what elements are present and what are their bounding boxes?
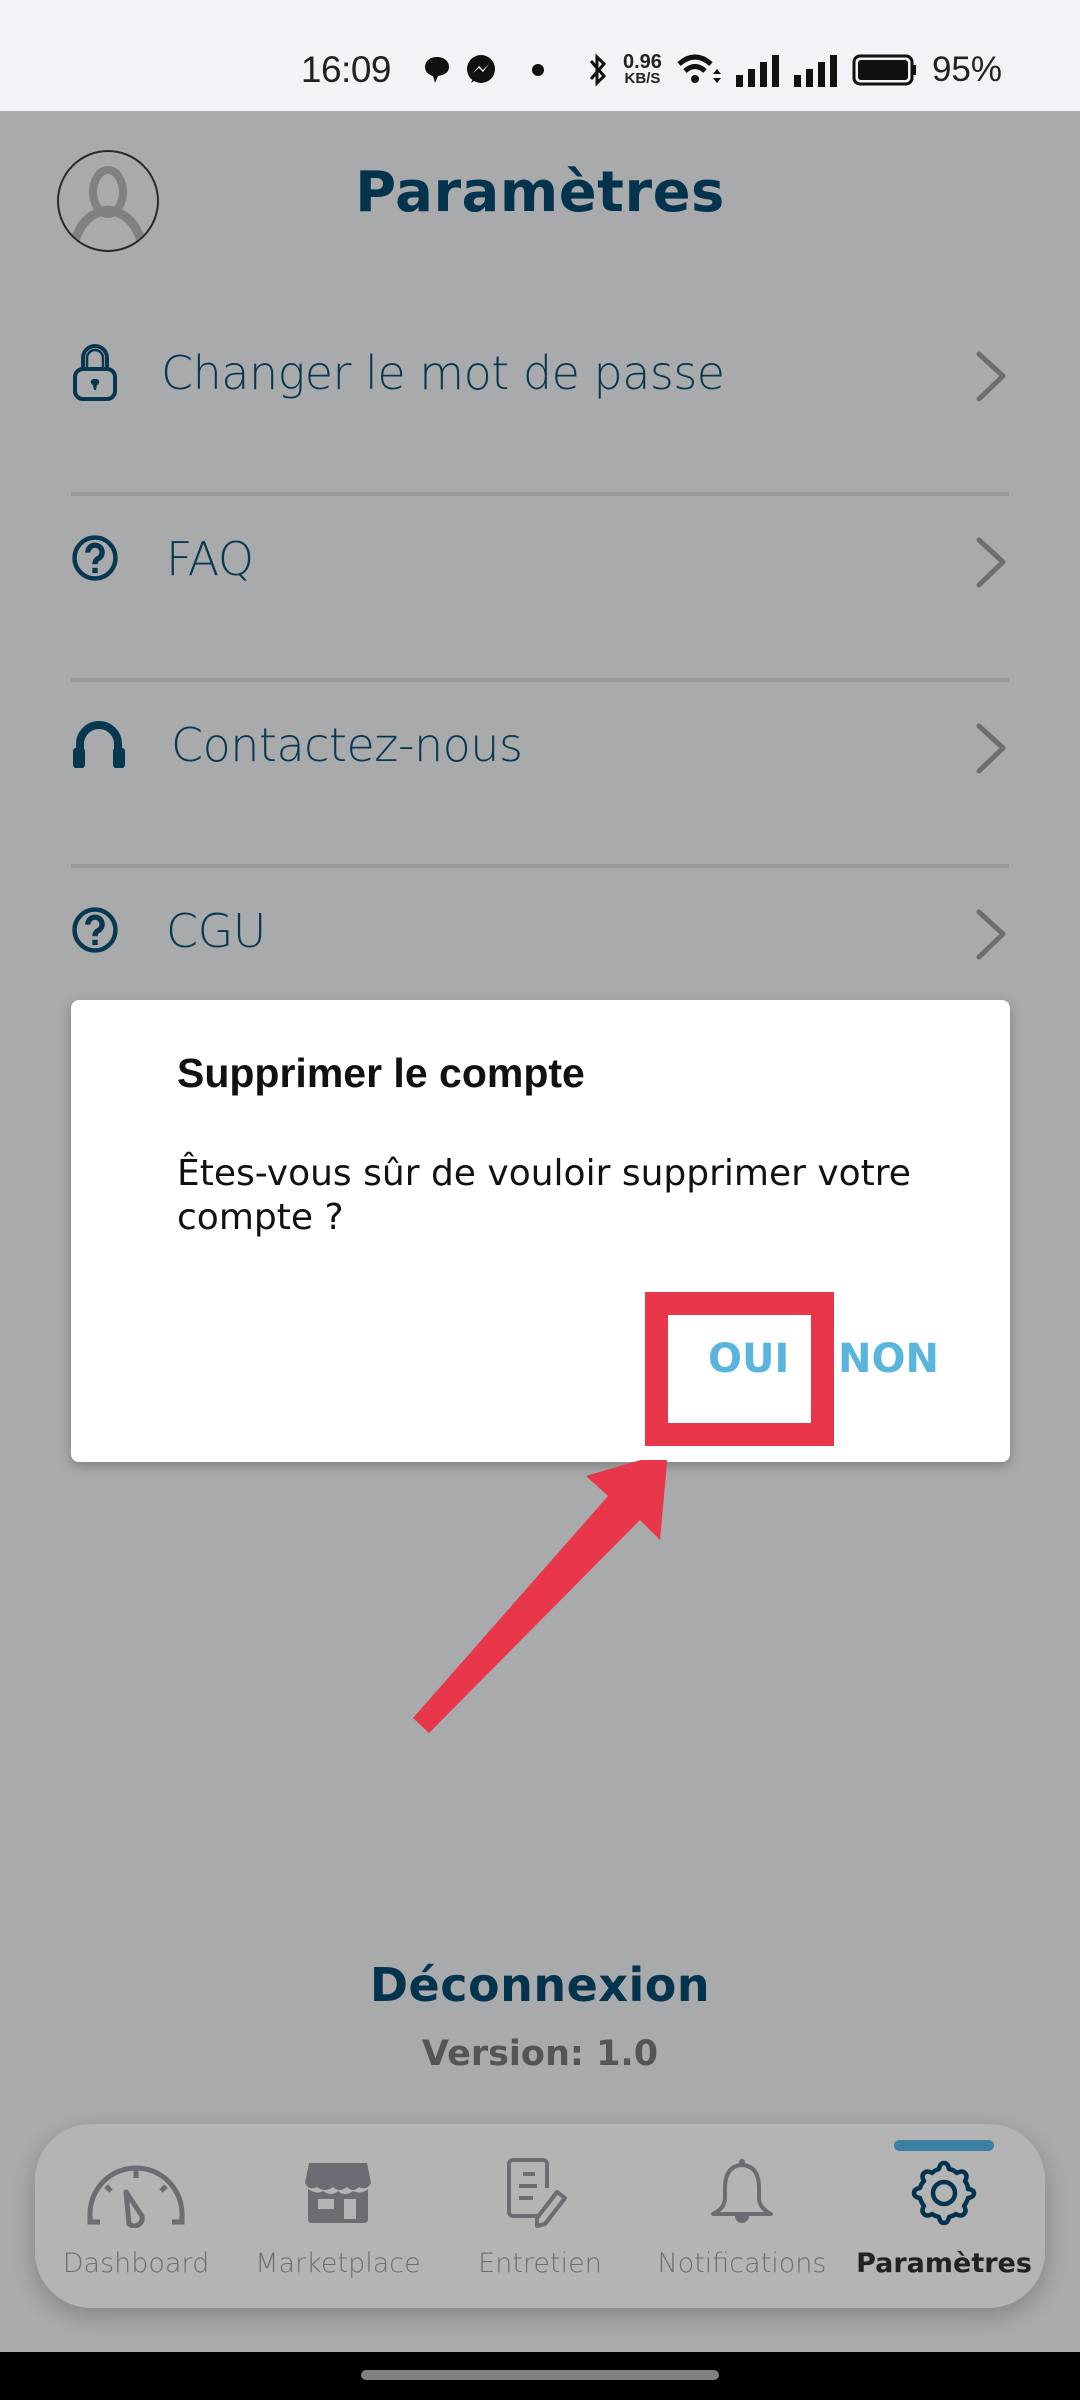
chevron-right-icon: [969, 346, 1009, 406]
battery-percent: 95%: [931, 50, 1002, 89]
wifi-icon: [676, 52, 722, 88]
nav-label: Notifications: [657, 2248, 827, 2279]
messenger-icon: [465, 54, 497, 86]
signal-icon: [735, 53, 780, 87]
store-icon: [288, 2156, 388, 2230]
home-gesture-handle[interactable]: [361, 2370, 719, 2380]
menu-item-contact[interactable]: Contactez-nous: [71, 682, 1009, 868]
chat-bubble-icon: [423, 55, 451, 85]
chevron-right-icon: [969, 904, 1009, 964]
gear-icon: [894, 2156, 994, 2230]
annotation-highlight-box: [645, 1292, 834, 1446]
gesture-bar: [0, 2352, 1080, 2400]
battery-icon: [852, 54, 918, 86]
nav-label: Entretien: [478, 2248, 602, 2279]
menu-item-label: FAQ: [166, 532, 254, 586]
bottom-nav: Dashboard Marketplace Entretien Notifica…: [35, 2124, 1045, 2308]
nav-item-marketplace[interactable]: Marketplace: [237, 2124, 439, 2308]
question-circle-icon: [71, 900, 119, 960]
bluetooth-icon: [587, 52, 609, 88]
document-edit-icon: [490, 2156, 590, 2230]
menu-item-label: CGU: [166, 904, 266, 958]
status-bar: 16:09 0.96 KB/S 95%: [0, 0, 1080, 111]
bell-icon: [692, 2156, 792, 2230]
menu-item-change-password[interactable]: Changer le mot de passe: [71, 310, 1009, 496]
status-time: 16:09: [300, 49, 392, 90]
nav-label: Paramètres: [856, 2248, 1032, 2279]
dialog-message: Êtes-vous sûr de vouloir supprimer votre…: [177, 1153, 911, 1238]
menu-item-label: Contactez-nous: [171, 718, 523, 772]
active-tab-indicator: [894, 2140, 994, 2151]
question-circle-icon: [71, 528, 119, 588]
headphones-icon: [71, 714, 127, 774]
settings-menu: Changer le mot de passe FAQ Contactez-no…: [71, 310, 1009, 1054]
dot-icon: [531, 63, 545, 77]
menu-item-label: Changer le mot de passe: [161, 346, 725, 400]
nav-label: Dashboard: [62, 2248, 210, 2279]
signal-icon-2: [793, 53, 838, 87]
nav-item-notifications[interactable]: Notifications: [641, 2124, 843, 2308]
logout-button[interactable]: Déconnexion: [0, 1958, 1080, 2012]
version-text: Version: 1.0: [421, 2034, 659, 2074]
nav-item-dashboard[interactable]: Dashboard: [35, 2124, 237, 2308]
chevron-right-icon: [969, 532, 1009, 592]
dialog-title: Supprimer le compte: [177, 1050, 585, 1096]
nav-item-entretien[interactable]: Entretien: [439, 2124, 641, 2308]
network-speed: 0.96 KB/S: [623, 51, 662, 88]
cancel-button[interactable]: NON: [838, 1336, 939, 1382]
annotation-arrow-icon: [413, 1460, 668, 1733]
lock-icon: [71, 342, 119, 402]
page-title: Paramètres: [355, 160, 725, 225]
delete-account-dialog: Supprimer le compte Êtes-vous sûr de vou…: [71, 1000, 1010, 1462]
nav-label: Marketplace: [255, 2248, 421, 2279]
menu-item-faq[interactable]: FAQ: [71, 496, 1009, 682]
chevron-right-icon: [969, 718, 1009, 778]
speedometer-icon: [86, 2156, 186, 2230]
nav-item-parametres[interactable]: Paramètres: [843, 2124, 1045, 2308]
